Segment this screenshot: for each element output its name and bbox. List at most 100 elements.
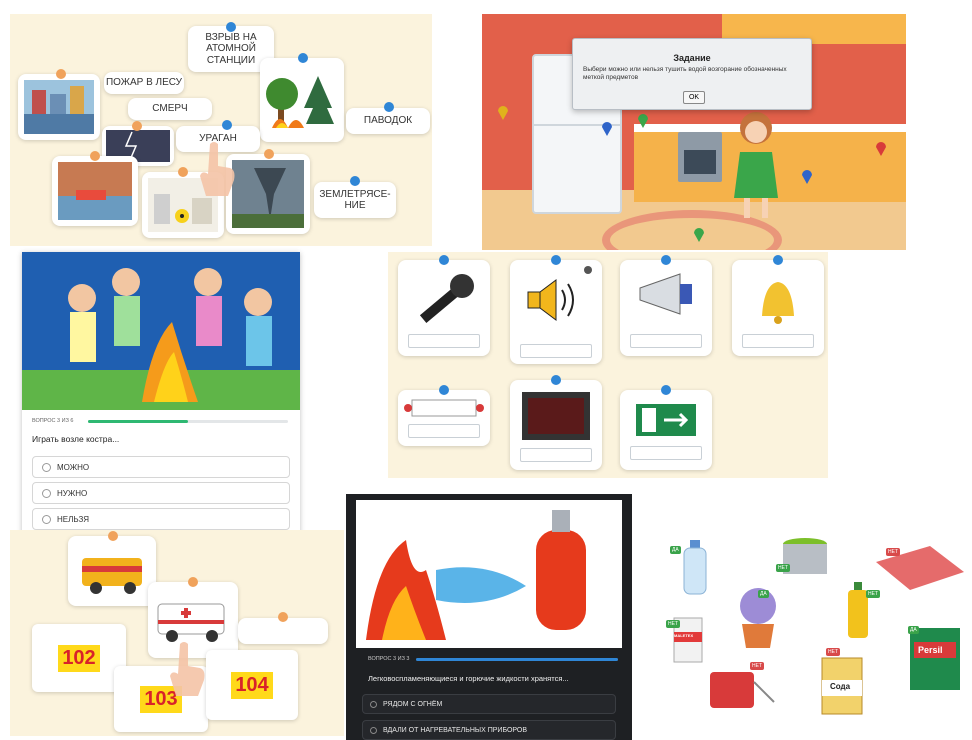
- answer-slot[interactable]: [630, 334, 702, 348]
- bell-icon: [762, 282, 794, 324]
- number-card-102[interactable]: 102: [32, 624, 126, 692]
- marker-pin-icon[interactable]: [694, 228, 704, 242]
- panel-disasters: ПОЖАР В ЛЕСУ ВЗРЫВ НА АТОМНОЙ СТАНЦИИ СМ…: [10, 14, 432, 246]
- image-card-forest-fire[interactable]: [260, 53, 344, 142]
- number-label: 104: [231, 671, 273, 699]
- pin: [384, 102, 394, 112]
- tag-no: НЕТ: [866, 590, 880, 598]
- label-forest-fire[interactable]: ПОЖАР В ЛЕСУ: [104, 72, 184, 94]
- microphone-image: [419, 274, 474, 323]
- towel-image: [876, 546, 964, 590]
- panel-kitchen-game: Задание Выбери можно или нельзя тушить в…: [482, 14, 906, 250]
- answer-option-2[interactable]: ВДАЛИ ОТ НАГРЕВАТЕЛЬНЫХ ПРИБОРОВ: [362, 720, 616, 740]
- pin: [439, 255, 449, 265]
- pointer-hand-icon: [170, 642, 205, 696]
- card-alarm-sign[interactable]: [398, 385, 490, 446]
- answer-slot[interactable]: [742, 334, 814, 348]
- oil-bottle-image: [848, 582, 868, 638]
- answer-slot[interactable]: [408, 334, 480, 348]
- answer-slot[interactable]: [520, 344, 592, 358]
- tag-yes: ДА: [758, 590, 769, 598]
- card-megaphone[interactable]: [620, 255, 712, 356]
- marker-pin-icon[interactable]: [638, 114, 648, 128]
- pin: [298, 53, 308, 63]
- answer-label: МОЖНО: [57, 462, 90, 472]
- oven-window: [684, 150, 716, 174]
- exit-sign-icon: [636, 404, 696, 436]
- marker-pin-icon[interactable]: [602, 122, 612, 136]
- forest-fire-image: [266, 76, 334, 128]
- progress-text: ВОПРОС 3 ИЗ 6: [32, 418, 74, 424]
- task-dialog: Задание Выбери можно или нельзя тушить в…: [572, 38, 812, 110]
- card-microphone[interactable]: [398, 255, 490, 356]
- image-card-flood-city[interactable]: [18, 69, 100, 140]
- persil-label: Persil: [918, 645, 943, 655]
- marker-pin-icon[interactable]: [802, 170, 812, 184]
- answer-option-2[interactable]: НУЖНО: [32, 482, 290, 504]
- question-text: Играть возле костра...: [32, 434, 120, 444]
- ok-button[interactable]: OK: [683, 91, 705, 104]
- progress-fill: [416, 658, 618, 661]
- progress-track: [88, 420, 288, 423]
- rescue-vehicle-image: [82, 558, 142, 594]
- pin: [90, 151, 100, 161]
- paint-can-image: [673, 617, 703, 663]
- info-icon[interactable]: [584, 266, 592, 274]
- progress-fill: [88, 420, 188, 423]
- led-board-image: [522, 392, 590, 440]
- answer-label: РЯДОМ С ОГНЁМ: [383, 700, 443, 708]
- flood-city-image: [24, 80, 94, 134]
- pin: [132, 121, 142, 131]
- gas-can-image: [710, 672, 775, 708]
- answer-slot[interactable]: [630, 446, 702, 460]
- number-label: 102: [58, 644, 100, 672]
- tag-no: НЕТ: [750, 662, 764, 670]
- flood-boat-image: [58, 162, 132, 220]
- card-led-board[interactable]: [510, 375, 602, 470]
- marker-pin-icon[interactable]: [876, 142, 886, 156]
- pin: [264, 149, 274, 159]
- label-earthquake[interactable]: ЗЕМЛЕТРЯСЕ-НИЕ: [314, 182, 396, 218]
- tag-no: НЕТ: [826, 648, 840, 656]
- dialog-title: Задание: [673, 53, 711, 63]
- answer-slot[interactable]: [408, 424, 480, 438]
- pin: [108, 531, 118, 541]
- megaphone-image: [639, 273, 692, 315]
- tag-no: НЕТ: [776, 564, 790, 572]
- answer-option-1[interactable]: РЯДОМ С ОГНЁМ: [362, 694, 616, 714]
- pin: [178, 167, 188, 177]
- answer-label: НЕЛЬЗЯ: [57, 514, 90, 524]
- pin: [551, 255, 561, 265]
- pin: [222, 120, 232, 130]
- question-text: Легковоспламеняющиеся и горючие жидкости…: [368, 674, 569, 683]
- label-tornado[interactable]: СМЕРЧ: [128, 98, 212, 120]
- number-card-104[interactable]: 104: [206, 650, 298, 720]
- card-bell[interactable]: [732, 255, 824, 356]
- tag-yes: ДА: [908, 626, 919, 634]
- pointer-hand-icon: [200, 142, 235, 196]
- panel-warning-devices: [388, 252, 828, 478]
- card-speaker[interactable]: [510, 255, 602, 364]
- radio-icon: [370, 727, 377, 734]
- alarm-sign-image: [404, 399, 484, 417]
- answer-label: ВДАЛИ ОТ НАГРЕВАТЕЛЬНЫХ ПРИБОРОВ: [383, 726, 528, 734]
- radio-icon: [42, 515, 51, 524]
- pin: [56, 69, 66, 79]
- pin: [439, 385, 449, 395]
- answer-label: НУЖНО: [57, 488, 88, 498]
- paint-bucket-image: [783, 538, 827, 574]
- answer-option-1[interactable]: МОЖНО: [32, 456, 290, 478]
- panel-flammable-items: ДА НЕТ НЕТ НЕТ MALETEX ДА НЕТ НЕТ НЕТ Со…: [660, 524, 972, 730]
- pin: [350, 176, 360, 186]
- marker-pin-icon[interactable]: [498, 106, 508, 120]
- tag-yes: ДА: [670, 546, 681, 554]
- paint-brand-label: MALETEX: [674, 633, 694, 638]
- card-exit-sign[interactable]: [620, 385, 712, 470]
- image-card-flood-boat[interactable]: [52, 151, 138, 226]
- girl-character: [734, 112, 778, 218]
- answer-slot[interactable]: [520, 448, 592, 462]
- card-fire-truck[interactable]: [68, 531, 156, 606]
- pin: [661, 385, 671, 395]
- answer-option-3[interactable]: НЕЛЬЗЯ: [32, 508, 290, 530]
- progress-track: [416, 658, 618, 661]
